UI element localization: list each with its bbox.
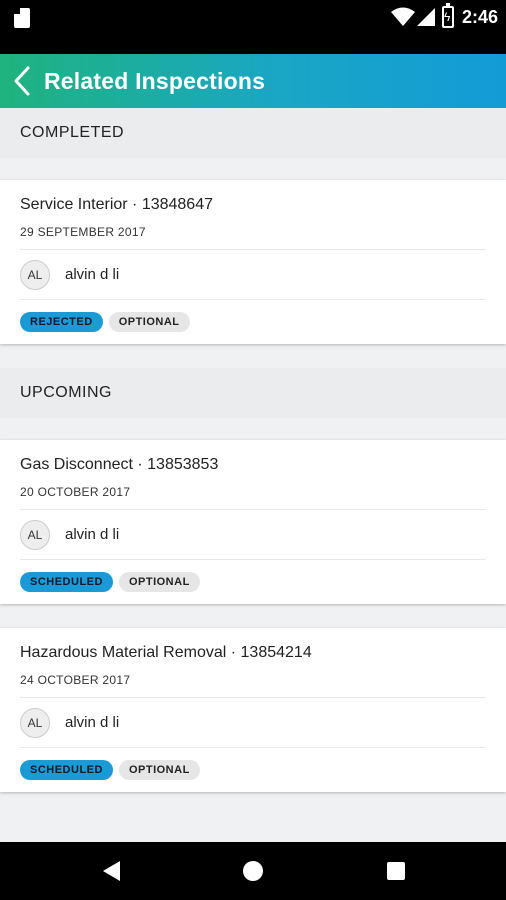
avatar: AL: [20, 707, 50, 738]
status-badge: REJECTED: [20, 312, 103, 332]
wifi-icon: [391, 7, 415, 26]
nav-recents-icon[interactable]: [387, 862, 405, 880]
nav-back-icon[interactable]: [103, 861, 120, 881]
sd-card-icon: [14, 8, 30, 28]
system-nav-bar: [0, 842, 506, 900]
inspection-date: 24 OCTOBER 2017: [20, 673, 486, 698]
inspector-name: alvin d li: [65, 266, 120, 283]
inspection-date: 29 SEPTEMBER 2017: [20, 225, 486, 250]
inspector-row: AL alvin d li: [20, 250, 486, 300]
inspection-card[interactable]: Service Interior · 13848647 29 SEPTEMBER…: [0, 180, 506, 344]
optional-badge: OPTIONAL: [118, 572, 200, 592]
avatar: AL: [20, 259, 50, 290]
inspection-date: 20 OCTOBER 2017: [20, 485, 486, 510]
inspector-name: alvin d li: [65, 714, 120, 731]
status-bar: 2:46: [0, 0, 506, 54]
section-header-upcoming: UPCOMING: [0, 368, 506, 418]
inspection-list[interactable]: COMPLETED Service Interior · 13848647 29…: [0, 108, 506, 842]
inspection-card[interactable]: Gas Disconnect · 13853853 20 OCTOBER 201…: [0, 440, 506, 604]
chevron-left-icon[interactable]: [2, 54, 42, 108]
nav-home-icon[interactable]: [243, 861, 263, 881]
inspection-title: Service Interior · 13848647: [20, 196, 213, 213]
inspection-card[interactable]: Hazardous Material Removal · 13854214 24…: [0, 628, 506, 792]
signal-icon: [417, 8, 435, 26]
inspection-title: Gas Disconnect · 13853853: [20, 456, 219, 473]
avatar: AL: [20, 519, 50, 550]
section-header-completed: COMPLETED: [0, 108, 506, 158]
tag-row: SCHEDULED OPTIONAL: [20, 560, 486, 604]
inspection-title: Hazardous Material Removal · 13854214: [20, 644, 312, 661]
inspector-name: alvin d li: [65, 526, 120, 543]
status-badge: SCHEDULED: [20, 760, 113, 780]
status-badge: SCHEDULED: [20, 572, 113, 592]
inspector-row: AL alvin d li: [20, 698, 486, 748]
inspector-row: AL alvin d li: [20, 510, 486, 560]
optional-badge: OPTIONAL: [108, 312, 190, 332]
tag-row: SCHEDULED OPTIONAL: [20, 748, 486, 792]
status-time: 2:46: [462, 7, 499, 27]
page-title: Related Inspections: [44, 67, 266, 94]
optional-badge: OPTIONAL: [118, 760, 200, 780]
battery-charging-icon: [442, 3, 454, 28]
app-bar: Related Inspections: [0, 54, 506, 108]
tag-row: REJECTED OPTIONAL: [20, 300, 486, 344]
